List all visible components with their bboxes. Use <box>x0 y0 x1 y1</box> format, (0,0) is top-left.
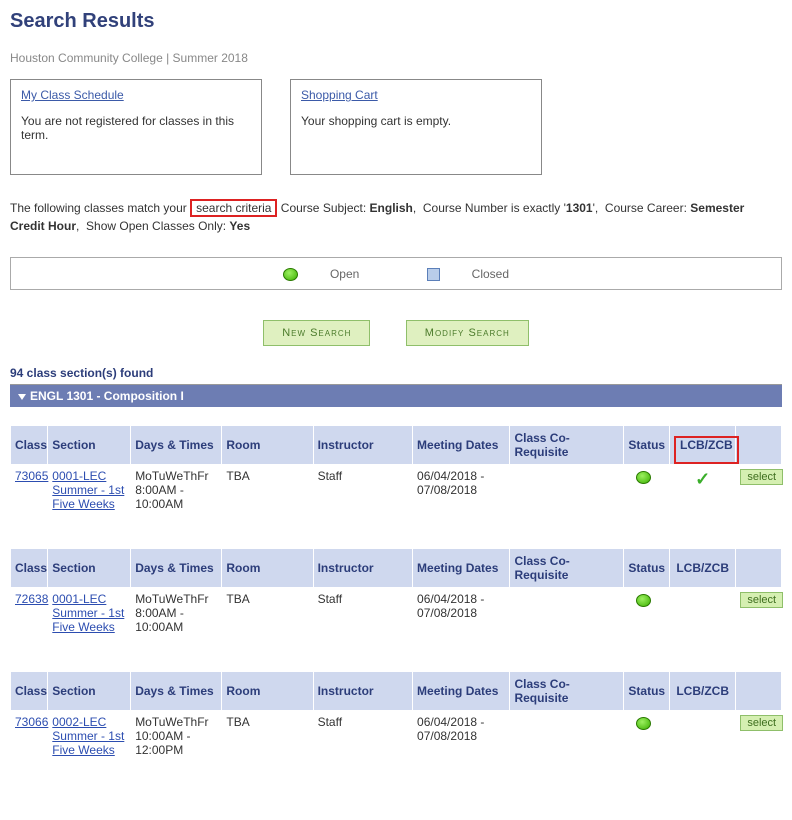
instructor: Staff <box>313 465 412 530</box>
col-instructor: Instructor <box>313 549 412 588</box>
check-icon: ✓ <box>695 469 710 489</box>
section-code-link[interactable]: 0001-LEC <box>52 469 106 483</box>
lcb-cell <box>670 588 736 653</box>
meeting-dates: 06/04/2018 - 07/08/2018 <box>413 588 510 653</box>
room: TBA <box>222 465 313 530</box>
col-select <box>736 426 782 465</box>
col-class: Class <box>11 426 48 465</box>
my-class-schedule-panel: My Class Schedule You are not registered… <box>10 79 262 175</box>
meeting-dates: 06/04/2018 - 07/08/2018 <box>413 711 510 776</box>
class-number-link[interactable]: 73065 <box>15 469 48 483</box>
col-class: Class <box>11 549 48 588</box>
col-select <box>736 672 782 711</box>
collapse-triangle-icon <box>18 394 26 400</box>
select-button[interactable]: select <box>740 469 783 485</box>
table-row: 72638 0001-LECSummer - 1st Five WeeksMoTu… <box>11 588 782 653</box>
col-lcb: LCB/ZCB <box>670 426 736 465</box>
section-term-link[interactable]: Summer - 1st Five Weeks <box>52 606 124 634</box>
search-criteria-highlight: search criteria <box>190 199 277 217</box>
col-section: Section <box>48 672 131 711</box>
status-cell <box>624 711 670 776</box>
closed-status-icon <box>427 268 440 281</box>
col-days: Days & Times <box>131 426 222 465</box>
new-search-button[interactable]: New Search <box>263 320 370 346</box>
select-button[interactable]: select <box>740 715 783 731</box>
shopping-cart-panel: Shopping Cart Your shopping cart is empt… <box>290 79 542 175</box>
status-cell <box>624 588 670 653</box>
institution-term: Houston Community College | Summer 2018 <box>10 51 782 65</box>
col-room: Room <box>222 426 313 465</box>
lcb-highlight: LCB/ZCB <box>674 436 739 464</box>
shopping-cart-link[interactable]: Shopping Cart <box>301 88 378 102</box>
page-title: Search Results <box>10 10 782 33</box>
col-room: Room <box>222 549 313 588</box>
coreq <box>510 588 624 653</box>
instructor: Staff <box>313 588 412 653</box>
instructor: Staff <box>313 711 412 776</box>
col-status: Status <box>624 549 670 588</box>
col-meeting: Meeting Dates <box>413 672 510 711</box>
col-class: Class <box>11 672 48 711</box>
table-row: 73066 0002-LECSummer - 1st Five WeeksMoTu… <box>11 711 782 776</box>
shopping-cart-body: Your shopping cart is empty. <box>301 114 531 128</box>
coreq <box>510 465 624 530</box>
lcb-cell <box>670 711 736 776</box>
meeting-dates: 06/04/2018 - 07/08/2018 <box>413 465 510 530</box>
my-class-schedule-link[interactable]: My Class Schedule <box>21 88 124 102</box>
status-cell <box>624 465 670 530</box>
col-lcb: LCB/ZCB <box>670 549 736 588</box>
col-section: Section <box>48 549 131 588</box>
lcb-cell: ✓ <box>670 465 736 530</box>
info-panels: My Class Schedule You are not registered… <box>10 79 782 175</box>
open-status-icon <box>636 471 651 484</box>
col-section: Section <box>48 426 131 465</box>
open-status-icon <box>636 594 651 607</box>
col-status: Status <box>624 672 670 711</box>
section-code-link[interactable]: 0001-LEC <box>52 592 106 606</box>
class-number-link[interactable]: 73066 <box>15 715 48 729</box>
col-room: Room <box>222 672 313 711</box>
room: TBA <box>222 711 313 776</box>
col-instructor: Instructor <box>313 672 412 711</box>
section-table: ClassSectionDays & TimesRoomInstructorMe… <box>10 671 782 776</box>
search-buttons-row: New Search Modify Search <box>10 320 782 346</box>
col-coreq: Class Co-Requisite <box>510 549 624 588</box>
col-days: Days & Times <box>131 672 222 711</box>
room: TBA <box>222 588 313 653</box>
section-term-link[interactable]: Summer - 1st Five Weeks <box>52 483 124 511</box>
col-status: Status <box>624 426 670 465</box>
coreq <box>510 711 624 776</box>
table-row: 73065 0001-LECSummer - 1st Five WeeksMoTu… <box>11 465 782 530</box>
open-status-icon <box>283 268 298 281</box>
col-coreq: Class Co-Requisite <box>510 426 624 465</box>
class-number-link[interactable]: 72638 <box>15 592 48 606</box>
modify-search-button[interactable]: Modify Search <box>406 320 529 346</box>
col-select <box>736 549 782 588</box>
col-instructor: Instructor <box>313 426 412 465</box>
section-table: ClassSectionDays & TimesRoomInstructorMe… <box>10 548 782 653</box>
section-code-link[interactable]: 0002-LEC <box>52 715 106 729</box>
days-times: MoTuWeThFr 8:00AM - 10:00AM <box>131 465 222 530</box>
results-count: 94 class section(s) found <box>10 366 782 385</box>
section-table: ClassSectionDays & TimesRoomInstructorMe… <box>10 425 782 530</box>
course-collapse-header[interactable]: ENGL 1301 - Composition I <box>10 385 782 407</box>
my-class-schedule-body: You are not registered for classes in th… <box>21 114 251 142</box>
status-legend: Open Closed <box>10 257 782 290</box>
col-meeting: Meeting Dates <box>413 549 510 588</box>
col-meeting: Meeting Dates <box>413 426 510 465</box>
col-lcb: LCB/ZCB <box>670 672 736 711</box>
section-term-link[interactable]: Summer - 1st Five Weeks <box>52 729 124 757</box>
open-status-icon <box>636 717 651 730</box>
days-times: MoTuWeThFr 8:00AM - 10:00AM <box>131 588 222 653</box>
select-button[interactable]: select <box>740 592 783 608</box>
col-days: Days & Times <box>131 549 222 588</box>
col-coreq: Class Co-Requisite <box>510 672 624 711</box>
criteria-summary: The following classes match your search … <box>10 199 782 235</box>
days-times: MoTuWeThFr 10:00AM - 12:00PM <box>131 711 222 776</box>
